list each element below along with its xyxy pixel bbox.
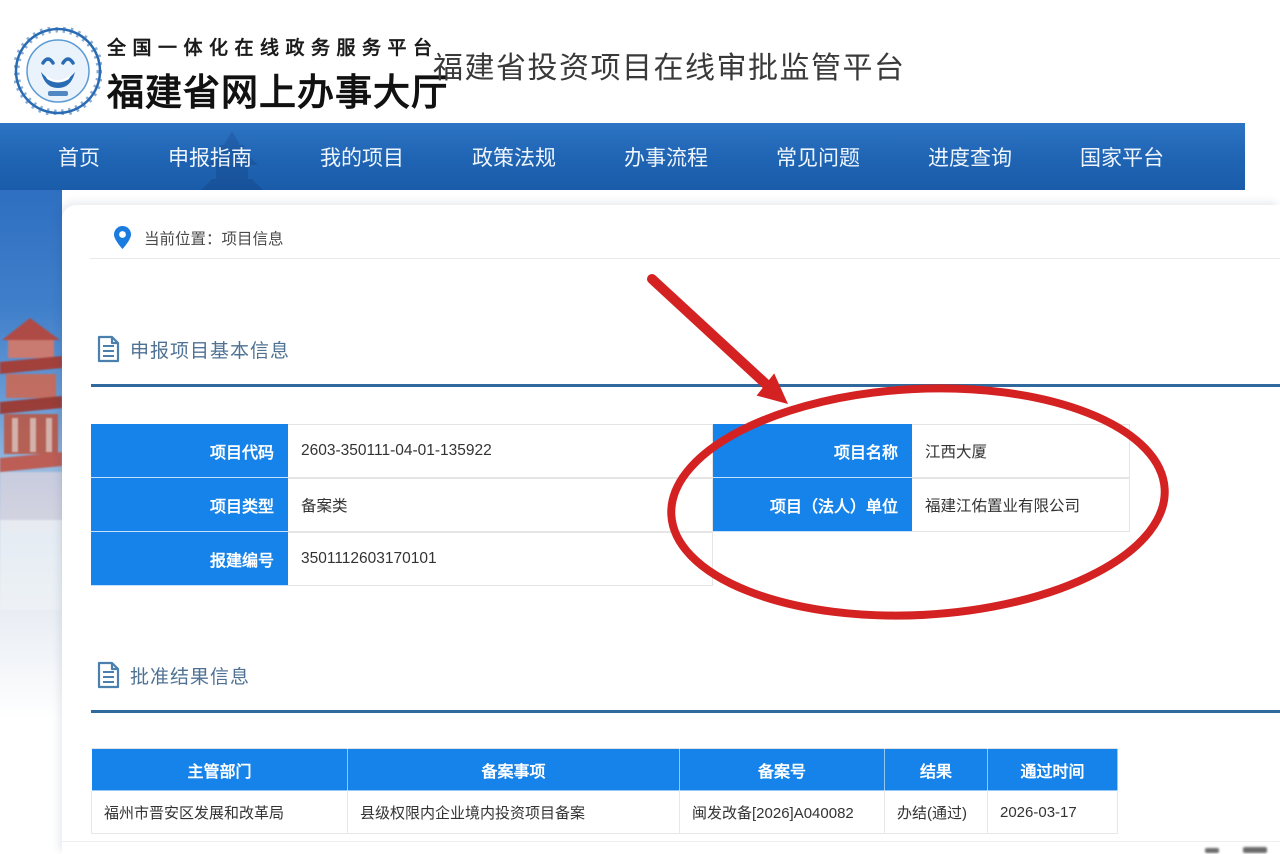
site-header: 全国一体化在线政务服务平台 福建省网上办事大厅 福建省投资项目在线审批监管平台 [0, 0, 1280, 123]
table-row: 福州市晋安区发展和改革局 县级权限内企业境内投资项目备案 闽发改备[2026]A… [91, 790, 1118, 834]
table-row: 项目（法人）单位 福建江佑置业有限公司 [713, 478, 1130, 532]
legal-entity-label: 项目（法人）单位 [713, 478, 912, 532]
cell-pass-time: 2026-03-17 [987, 790, 1118, 834]
platform-tagline: 全国一体化在线政务服务平台 [107, 38, 439, 59]
section-basic-info-title: 申报项目基本信息 [130, 340, 291, 362]
page-title: 福建省投资项目在线审批监管平台 [433, 52, 906, 85]
section-approval-result-rule [91, 710, 1280, 713]
bottom-edge-artifact [1205, 848, 1219, 853]
nav-item-process[interactable]: 办事流程 [624, 142, 708, 172]
table-row: 项目类型 备案类 [91, 478, 713, 532]
nav-item-faq[interactable]: 常见问题 [776, 142, 860, 172]
nav-item-home[interactable]: 首页 [58, 142, 100, 172]
project-name-label: 项目名称 [713, 424, 912, 478]
nav-item-progress-query[interactable]: 进度查询 [928, 142, 1012, 172]
project-type-label: 项目类型 [91, 478, 288, 532]
nav-item-national-platform[interactable]: 国家平台 [1080, 142, 1164, 172]
nav-item-my-projects[interactable]: 我的项目 [320, 142, 404, 172]
construction-number-value: 3501112603170101 [288, 532, 713, 586]
project-code-value: 2603-350111-04-01-135922 [288, 424, 713, 478]
column-header-department: 主管部门 [91, 748, 348, 791]
breadcrumb-text: 当前位置：项目信息 [144, 230, 284, 248]
project-name-value: 江西大厦 [912, 424, 1130, 478]
project-code-label: 项目代码 [91, 424, 288, 478]
breadcrumb: 当前位置：项目信息 [114, 226, 284, 249]
construction-number-label: 报建编号 [91, 532, 288, 586]
breadcrumb-divider [90, 258, 1280, 259]
document-icon [97, 661, 120, 689]
location-pin-icon [114, 226, 131, 249]
table-row: 项目名称 江西大厦 [713, 424, 1130, 478]
table-row: 报建编号 3501112603170101 [91, 532, 713, 586]
project-info-page: 全国一体化在线政务服务平台 福建省网上办事大厅 福建省投资项目在线审批监管平台 … [0, 0, 1280, 854]
cell-filing-item: 县级权限内企业境内投资项目备案 [347, 790, 680, 834]
cell-result: 办结(通过) [884, 790, 988, 834]
column-header-filing-item: 备案事项 [347, 748, 680, 791]
smiley-logo-icon [12, 25, 104, 117]
portal-wordmark: 全国一体化在线政务服务平台 福建省网上办事大厅 [107, 33, 449, 116]
approval-result-table: 主管部门 备案事项 备案号 结果 通过时间 福州市晋安区发展和改革局 县级权限内… [91, 748, 1118, 834]
project-type-value: 备案类 [288, 478, 713, 532]
section-approval-result-header: 批准结果信息 [97, 661, 250, 689]
cell-department: 福州市晋安区发展和改革局 [91, 790, 348, 834]
column-header-pass-time: 通过时间 [987, 748, 1118, 791]
bottom-divider [62, 841, 1280, 842]
cell-filing-number: 闽发改备[2026]A040082 [679, 790, 885, 834]
section-approval-result-title: 批准结果信息 [130, 666, 251, 688]
pagoda-scenery-icon [0, 318, 62, 610]
column-header-filing-number: 备案号 [679, 748, 885, 791]
portal-logo[interactable] [12, 25, 104, 117]
table-header-row: 主管部门 备案事项 备案号 结果 通过时间 [91, 748, 1118, 791]
document-icon [97, 335, 120, 363]
bottom-edge-artifact [1243, 847, 1267, 853]
main-nav: 首页 申报指南 我的项目 政策法规 办事流程 常见问题 进度查询 国家平台 [0, 123, 1245, 190]
nav-item-policies[interactable]: 政策法规 [472, 142, 556, 172]
section-basic-info-rule [91, 384, 1280, 387]
section-basic-info-header: 申报项目基本信息 [97, 335, 290, 363]
background-scenery [0, 190, 62, 720]
legal-entity-value: 福建江佑置业有限公司 [912, 478, 1130, 532]
table-row: 项目代码 2603-350111-04-01-135922 [91, 424, 713, 478]
nav-item-declaration-guide[interactable]: 申报指南 [168, 142, 252, 172]
portal-name: 福建省网上办事大厅 [107, 72, 449, 113]
column-header-result: 结果 [884, 748, 988, 791]
